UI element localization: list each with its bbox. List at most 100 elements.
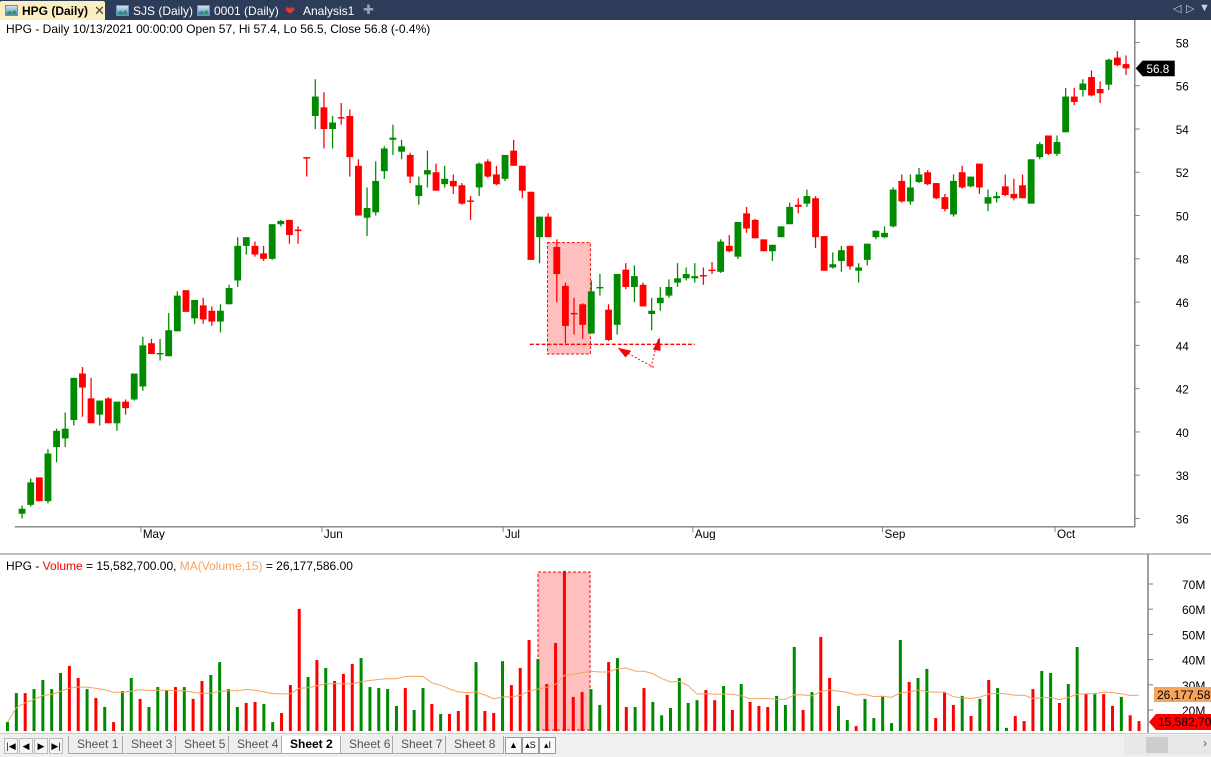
add-tab-icon[interactable]: ✚ bbox=[363, 2, 374, 18]
ma-value-tag: 26,177,58 bbox=[1154, 687, 1211, 702]
candle bbox=[475, 162, 483, 197]
month-label: Oct bbox=[1057, 528, 1076, 540]
candle bbox=[311, 79, 319, 129]
volume-tick-label: 40M bbox=[1182, 654, 1205, 668]
volume-bar bbox=[412, 710, 416, 731]
sync-i-button[interactable]: ▴I bbox=[539, 737, 556, 754]
tab-label: Analysis1 bbox=[303, 3, 355, 18]
volume-bar bbox=[1057, 702, 1061, 731]
sheet-tab-3[interactable]: Sheet 3 bbox=[122, 736, 182, 754]
next-sheet-button[interactable]: ▶ bbox=[34, 738, 48, 754]
candle bbox=[104, 397, 112, 424]
volume-bar bbox=[757, 705, 761, 731]
candle bbox=[260, 245, 267, 261]
candle bbox=[1096, 81, 1104, 104]
scroll-right-icon[interactable]: › bbox=[1203, 736, 1207, 750]
volume-bar bbox=[748, 701, 752, 731]
volume-bar bbox=[1013, 716, 1017, 731]
volume-bar bbox=[341, 673, 345, 731]
candle bbox=[484, 159, 492, 178]
volume-bar bbox=[1040, 670, 1044, 731]
volume-bar bbox=[810, 692, 814, 731]
volume-bar bbox=[960, 695, 964, 731]
candle bbox=[467, 196, 474, 220]
candle bbox=[286, 219, 293, 244]
volume-bar bbox=[589, 689, 593, 731]
volume-bar bbox=[695, 700, 699, 731]
sheet-tab-6[interactable]: Sheet 6 bbox=[340, 736, 400, 754]
volume-chart-pane[interactable]: 20M30M40M50M60M70M 26,177,58 15,582,70 bbox=[0, 553, 1211, 733]
sheet-tab-8[interactable]: Sheet 8 bbox=[445, 736, 505, 754]
volume-value-tag: 15,582,70 bbox=[1149, 714, 1211, 730]
candle bbox=[493, 165, 500, 186]
tab-hpg-daily[interactable]: HPG (Daily) ✕ bbox=[0, 1, 105, 20]
volume-bar bbox=[244, 702, 248, 731]
volume-bar bbox=[1111, 705, 1114, 731]
tab-sjs-daily[interactable]: SJS (Daily) bbox=[111, 1, 193, 20]
candle bbox=[544, 213, 552, 238]
volume-bar bbox=[943, 692, 947, 731]
volume-bar bbox=[1093, 694, 1097, 731]
prev-sheet-button[interactable]: ◀ bbox=[19, 738, 33, 754]
volume-bar bbox=[730, 710, 734, 731]
candle bbox=[449, 174, 457, 194]
candle bbox=[639, 282, 647, 307]
candle bbox=[415, 176, 423, 205]
candle bbox=[234, 237, 242, 287]
volume-bar bbox=[819, 636, 823, 731]
sheet-tab-4[interactable]: Sheet 4 bbox=[228, 736, 288, 754]
volume-bar bbox=[527, 639, 531, 731]
analysis-icon: ❤ bbox=[285, 3, 296, 18]
sheet-tab-2[interactable]: Sheet 2 bbox=[281, 736, 342, 754]
sheet-tab-7[interactable]: Sheet 7 bbox=[392, 736, 452, 754]
candle bbox=[717, 239, 725, 273]
volume-bar bbox=[1049, 672, 1053, 731]
tab-next-icon[interactable]: ▷ bbox=[1186, 2, 1194, 15]
candle bbox=[855, 263, 863, 283]
price-tick-label: 56 bbox=[1176, 81, 1189, 94]
tab-menu-icon[interactable]: ▼ bbox=[1199, 2, 1210, 14]
sync-s-button[interactable]: ▴S bbox=[522, 737, 539, 754]
candle bbox=[924, 170, 932, 186]
chart-icon bbox=[197, 5, 210, 16]
tab-prev-icon[interactable]: ◁ bbox=[1173, 2, 1181, 15]
first-sheet-button[interactable]: |◀ bbox=[4, 738, 18, 754]
candle bbox=[44, 449, 52, 504]
candle bbox=[148, 338, 155, 355]
volume-bar bbox=[23, 693, 27, 731]
candle bbox=[510, 139, 518, 166]
candle bbox=[906, 174, 914, 205]
price-chart-pane[interactable]: 36 38 40 42 44 46 48 50 52 54 56 58 May Jun Jul Aug Sep… bbox=[0, 20, 1211, 540]
tab-analysis1[interactable]: ❤ Analysis1 bbox=[280, 1, 354, 20]
sheet-tab-5[interactable]: Sheet 5 bbox=[175, 736, 235, 754]
tab-label: HPG (Daily) bbox=[22, 3, 89, 18]
volume-bar bbox=[580, 692, 584, 731]
horizontal-scrollbar[interactable]: › bbox=[1124, 735, 1211, 755]
candle bbox=[225, 284, 233, 305]
candle bbox=[53, 428, 60, 463]
lock-icon[interactable]: ▲ bbox=[505, 737, 522, 754]
candle bbox=[674, 263, 681, 287]
candle bbox=[173, 291, 181, 332]
last-sheet-button[interactable]: ▶| bbox=[49, 738, 63, 754]
volume-bar bbox=[483, 711, 487, 731]
last-price-label: 56.8 bbox=[1146, 63, 1169, 76]
close-icon[interactable]: ✕ bbox=[94, 3, 105, 19]
volume-bar bbox=[713, 700, 717, 731]
scrollbar-thumb[interactable] bbox=[1146, 737, 1168, 753]
tab-0001-daily[interactable]: 0001 (Daily) bbox=[192, 1, 279, 20]
sheet-tab-1[interactable]: Sheet 1 bbox=[68, 736, 128, 754]
volume-bar bbox=[978, 698, 982, 731]
volume-tick-label: 60M bbox=[1182, 603, 1205, 617]
volume-bar bbox=[501, 661, 505, 731]
candle bbox=[1001, 174, 1009, 197]
month-label: Aug bbox=[695, 528, 716, 540]
volume-bar bbox=[518, 667, 522, 731]
volume-bar bbox=[554, 642, 558, 731]
candle bbox=[527, 191, 535, 260]
volume-bar bbox=[1066, 684, 1070, 731]
candle bbox=[389, 124, 397, 155]
candle bbox=[881, 226, 888, 239]
volume-bar bbox=[474, 662, 478, 731]
volume-bar bbox=[59, 672, 63, 731]
